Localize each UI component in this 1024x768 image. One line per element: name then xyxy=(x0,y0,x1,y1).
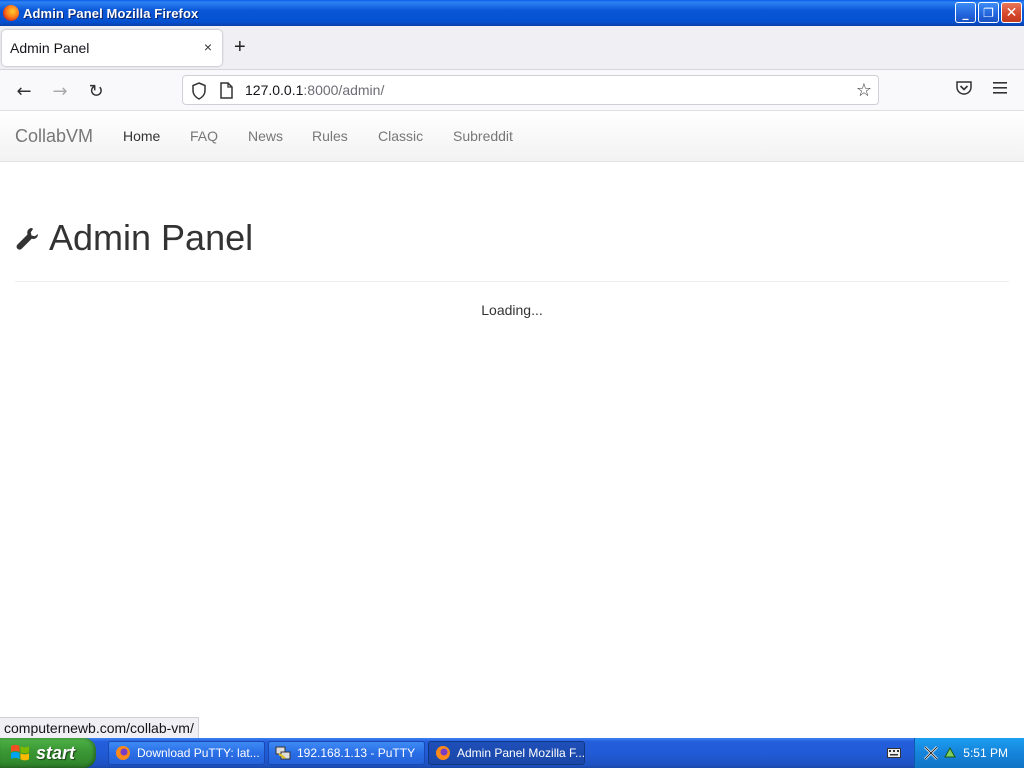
start-label: start xyxy=(36,742,76,763)
tab-close-button[interactable]: × xyxy=(204,39,212,55)
taskbar: start Download PuTTY: lat... 192.168.1.1… xyxy=(0,738,1024,768)
url-text[interactable]: 127.0.0.1:8000/admin/ xyxy=(245,82,384,98)
site-brand[interactable]: CollabVM xyxy=(15,126,93,147)
page-title: Admin Panel xyxy=(49,217,254,258)
back-button[interactable]: ← xyxy=(12,79,36,103)
x-server-icon[interactable] xyxy=(923,745,939,761)
nav-link-news[interactable]: News xyxy=(248,128,283,144)
taskbar-item-label: Admin Panel Mozilla F... xyxy=(457,746,585,760)
url-path: :8000/admin/ xyxy=(303,82,385,98)
new-tab-button[interactable]: + xyxy=(234,36,246,58)
taskbar-item-putty[interactable]: 192.168.1.13 - PuTTY xyxy=(268,741,425,765)
firefox-icon xyxy=(116,746,130,760)
url-host: 127.0.0.1 xyxy=(245,82,304,98)
taskbar-item-download-putty[interactable]: Download PuTTY: lat... xyxy=(108,741,265,765)
hamburger-menu-icon[interactable] xyxy=(992,81,1008,95)
minimize-button[interactable]: _ xyxy=(955,2,976,23)
tab-strip: Admin Panel × + xyxy=(0,26,1024,70)
windows-logo-icon xyxy=(11,744,29,761)
system-tray: 5:51 PM xyxy=(914,738,1024,768)
nav-link-faq[interactable]: FAQ xyxy=(190,128,218,144)
pocket-icon[interactable] xyxy=(955,79,973,97)
bookmark-star-icon[interactable]: ☆ xyxy=(856,80,872,101)
divider xyxy=(15,281,1009,282)
firefox-icon xyxy=(3,5,19,21)
site-navbar: CollabVM Home FAQ News Rules Classic Sub… xyxy=(0,111,1024,162)
clock[interactable]: 5:51 PM xyxy=(963,746,1008,760)
nav-link-classic[interactable]: Classic xyxy=(378,128,423,144)
reload-button[interactable]: ↻ xyxy=(84,79,108,103)
network-icon[interactable] xyxy=(942,745,958,761)
tab-admin-panel[interactable]: Admin Panel × xyxy=(2,30,222,66)
wrench-icon xyxy=(16,228,38,250)
status-link-preview: computernewb.com/collab-vm/ xyxy=(0,717,199,738)
nav-link-home[interactable]: Home xyxy=(123,128,160,144)
taskbar-item-firefox-admin[interactable]: Admin Panel Mozilla F... xyxy=(428,741,585,765)
url-bar[interactable]: 127.0.0.1:8000/admin/ ☆ xyxy=(182,75,879,105)
nav-link-subreddit[interactable]: Subreddit xyxy=(453,128,513,144)
tracking-shield-icon[interactable] xyxy=(191,82,207,100)
window-title: Admin Panel Mozilla Firefox xyxy=(23,5,199,21)
keyboard-icon[interactable] xyxy=(887,748,901,758)
page-icon[interactable] xyxy=(219,82,233,99)
window-titlebar: Admin Panel Mozilla Firefox _ ❐ ✕ xyxy=(0,0,1024,26)
maximize-button[interactable]: ❐ xyxy=(978,2,999,23)
loading-status: Loading... xyxy=(481,302,543,318)
taskbar-item-label: 192.168.1.13 - PuTTY xyxy=(297,746,416,760)
tab-title: Admin Panel xyxy=(10,40,90,56)
taskbar-item-label: Download PuTTY: lat... xyxy=(137,746,260,760)
close-window-button[interactable]: ✕ xyxy=(1001,2,1022,23)
putty-icon xyxy=(275,746,291,760)
forward-button[interactable]: → xyxy=(48,79,72,103)
firefox-icon xyxy=(436,746,450,760)
navigation-toolbar: ← → ↻ 127.0.0.1:8000/admin/ ☆ xyxy=(0,70,1024,111)
nav-link-rules[interactable]: Rules xyxy=(312,128,348,144)
start-button[interactable]: start xyxy=(0,738,96,768)
